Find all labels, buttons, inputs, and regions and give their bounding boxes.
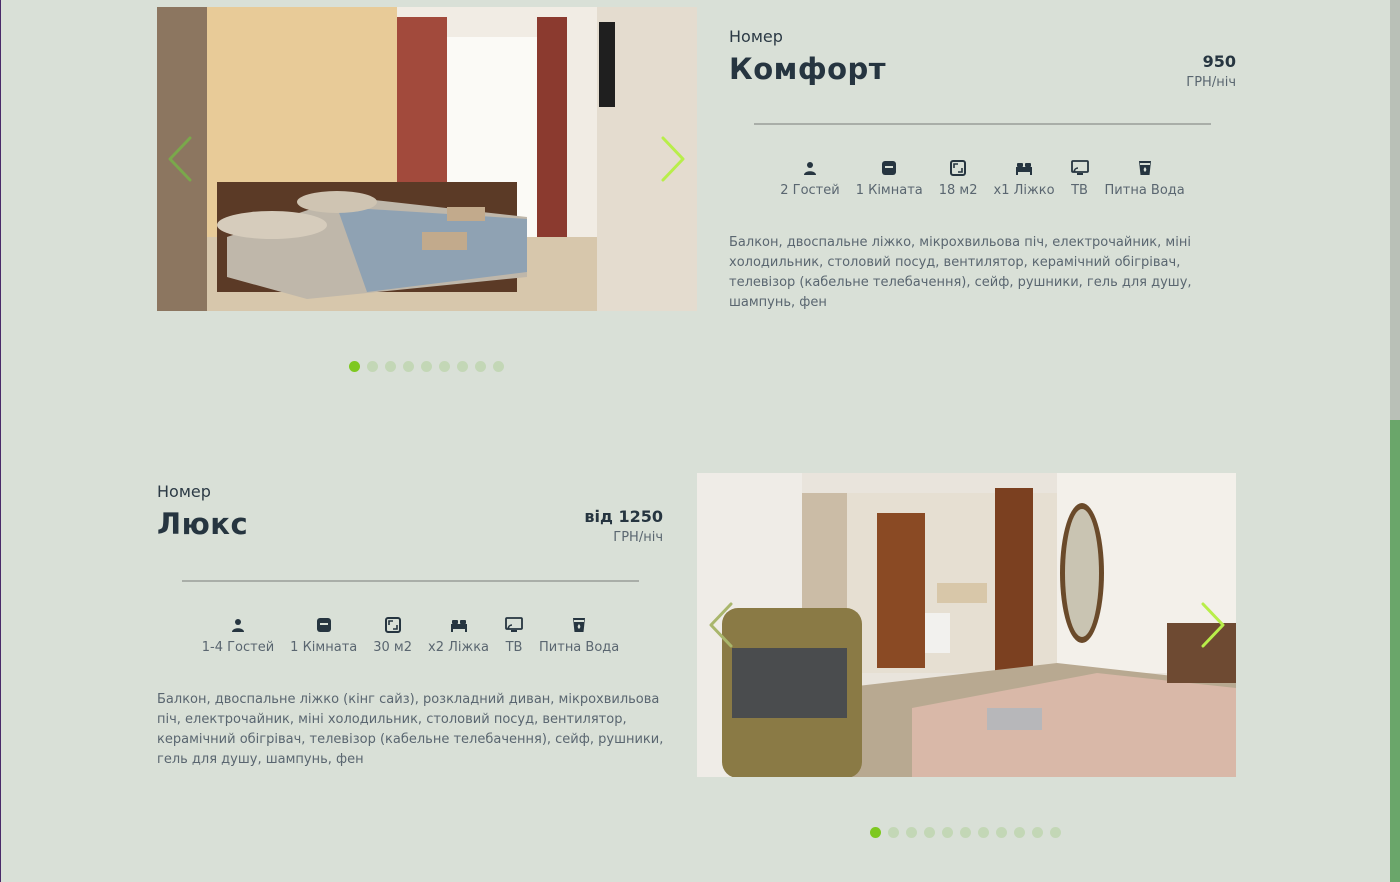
slider-dot[interactable] [906,827,917,838]
prev-slide-arrow-comfort[interactable] [166,134,196,184]
amenity-item: 1 Кімната [290,616,357,655]
slider-dots-lux [870,827,1061,838]
amenities-list-lux: 1-4 Гостей 1 Кімната 30 м2 x2 Ліжка ТВ Питна … [157,616,664,655]
amenity-item: 18 м2 [939,159,978,198]
slider-dot[interactable] [403,361,414,372]
amenity-item: 1 Кімната [856,159,923,198]
room-price-comfort: 950 ГРН/ніч [1186,52,1236,90]
room-title: Комфорт [729,52,887,86]
amenity-item: x2 Ліжка [428,616,489,655]
scrollbar[interactable] [1390,0,1400,882]
room-info-comfort: Номер Комфорт [729,27,1236,86]
price-amount: від 1250 [584,507,663,526]
amenity-label: x1 Ліжко [993,183,1055,198]
slider-dot[interactable] [978,827,989,838]
room-kicker: Номер [157,482,211,501]
amenity-item: 30 м2 [373,616,412,655]
slider-dot[interactable] [996,827,1007,838]
room-photo-comfort [157,7,697,311]
chevron-right-icon [661,136,685,182]
slider-dot[interactable] [1032,827,1043,838]
amenity-label: 18 м2 [938,183,978,198]
next-slide-arrow-comfort[interactable] [657,134,687,184]
amenity-item: Питна Вода [539,616,619,655]
room-price-lux: від 1250 ГРН/ніч [584,507,663,545]
slider-dot[interactable] [1014,827,1025,838]
slider-dot[interactable] [924,827,935,838]
prev-slide-arrow-lux[interactable] [707,600,737,650]
amenity-item: 1-4 Гостей [202,616,274,655]
amenity-item: ТВ [505,616,523,655]
divider [182,580,639,582]
price-unit: ГРН/ніч [613,530,663,545]
amenity-label: 30 м2 [373,640,412,655]
amenity-item: Питна Вода [1105,159,1185,198]
slider-dot[interactable] [349,361,360,372]
tv-icon [1070,159,1089,177]
amenity-label: 1 Кімната [855,183,923,198]
room-kicker: Номер [729,27,783,46]
divider [754,123,1211,125]
slider-dot[interactable] [870,827,881,838]
price-unit: ГРН/ніч [1186,75,1236,90]
area-icon [949,159,967,177]
amenity-label: Питна Вода [539,640,620,655]
tv-icon [505,616,523,634]
slider-dot[interactable] [475,361,486,372]
next-slide-arrow-lux[interactable] [1197,600,1227,650]
slider-dot[interactable] [457,361,468,372]
bed-icon [1015,159,1033,177]
door-icon [880,159,898,177]
area-icon [384,616,402,634]
room-photo-lux [697,473,1236,777]
amenities-list-comfort: 2 Гостей 1 Кімната 18 м2 x1 Ліжко ТВ Питна Во… [729,159,1236,198]
amenity-label: ТВ [1071,183,1088,198]
water-glass-icon [570,616,588,634]
amenity-label: 1 Кімната [290,640,358,655]
amenity-label: 2 Гостей [780,183,840,198]
price-amount: 950 [1202,52,1236,71]
room-description: Балкон, двоспальне ліжко, мікрохвильова … [729,235,1192,310]
bed-icon [450,616,468,634]
slider-dot[interactable] [960,827,971,838]
slider-dot[interactable] [367,361,378,372]
page: Номер Комфорт 950 ГРН/ніч 2 Гостей 1 Кімн… [0,0,1400,882]
person-icon [801,159,819,177]
amenity-label: Питна Вода [1104,183,1185,198]
chevron-left-icon [168,136,192,182]
slider-dot[interactable] [385,361,396,372]
room-description: Балкон, двоспальне ліжко (кінг сайз), ро… [157,692,664,767]
person-icon [229,616,247,634]
water-glass-icon [1136,159,1154,177]
chevron-right-icon [1201,602,1225,648]
slider-dot[interactable] [942,827,953,838]
slider-dot[interactable] [439,361,450,372]
scrollbar-track [1390,420,1400,882]
amenity-label: x2 Ліжка [428,640,490,655]
slider-dot[interactable] [421,361,432,372]
amenity-item: 2 Гостей [780,159,840,198]
slider-dot[interactable] [1050,827,1061,838]
chevron-left-icon [709,602,733,648]
slider-dot[interactable] [493,361,504,372]
amenity-item: ТВ [1070,159,1089,198]
slider-dots-comfort [349,361,504,372]
amenity-label: ТВ [505,640,523,655]
amenity-item: x1 Ліжко [994,159,1055,198]
scrollbar-thumb[interactable] [1390,0,1400,420]
amenity-label: 1-4 Гостей [201,640,275,655]
door-icon [315,616,333,634]
slider-dot[interactable] [888,827,899,838]
